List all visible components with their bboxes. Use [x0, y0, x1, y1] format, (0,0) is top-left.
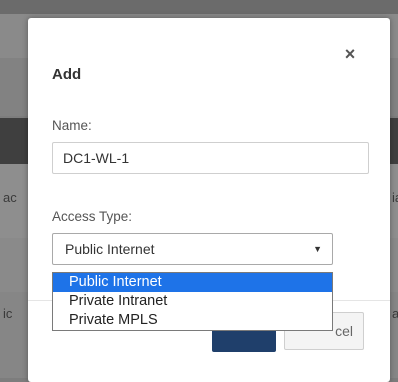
access-type-label: Access Type: [52, 209, 133, 224]
background-text-fragment: ac [3, 190, 17, 205]
option-public-internet[interactable]: Public Internet [53, 273, 332, 292]
name-label: Name: [52, 118, 92, 133]
close-icon[interactable]: × [340, 44, 360, 64]
chevron-down-icon: ▼ [313, 244, 322, 254]
background-top-bar [0, 0, 398, 14]
option-private-intranet[interactable]: Private Intranet [53, 292, 332, 311]
background-text-fragment: ia [392, 190, 398, 205]
access-type-dropdown-list: Public Internet Private Intranet Private… [52, 272, 333, 331]
access-type-select[interactable]: Public Internet ▼ [52, 233, 333, 265]
access-type-selected-value: Public Internet [65, 241, 155, 257]
dialog-title: Add [52, 66, 82, 83]
background-text-fragment: ic [3, 306, 13, 321]
background-text-fragment: ai [392, 306, 398, 321]
name-input[interactable]: DC1-WL-1 [52, 142, 369, 174]
option-private-mpls[interactable]: Private MPLS [53, 311, 332, 330]
